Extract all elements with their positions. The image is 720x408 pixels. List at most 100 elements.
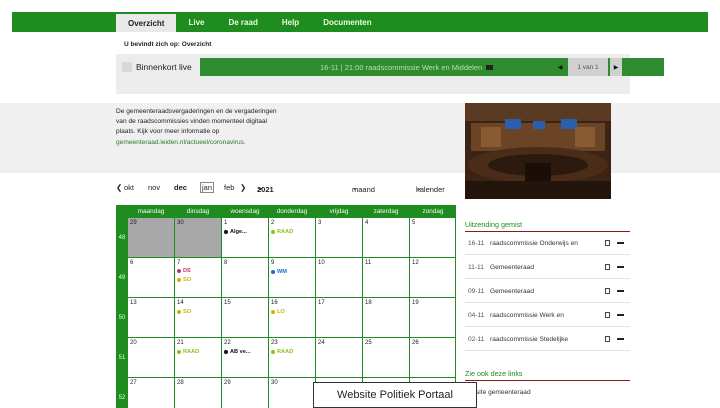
day-cell[interactable]: 4 [363, 218, 409, 257]
ticker-next-button[interactable]: ▶ [610, 58, 622, 76]
day-cell[interactable]: 10 [316, 258, 362, 297]
day-cell[interactable]: 1 Alge... [222, 218, 268, 257]
tab-overzicht[interactable]: Overzicht [116, 14, 177, 32]
month-nov[interactable]: nov [148, 183, 160, 192]
arrow-icon[interactable] [617, 242, 624, 244]
day-cell[interactable]: 27 [128, 378, 174, 408]
day-cell[interactable]: 9 WM [269, 258, 315, 297]
council-chamber-photo [465, 103, 611, 199]
ticker-pager: 1 van 1 [568, 58, 608, 76]
council-site-link[interactable]: site gemeenteraad [476, 389, 531, 396]
tab-help[interactable]: Help [270, 12, 311, 32]
page: Overzicht Live De raad Help Documenten U… [0, 0, 720, 408]
event-label: WM [277, 269, 287, 275]
day-cell[interactable]: 17 [316, 298, 362, 337]
day-cell[interactable]: 18 [363, 298, 409, 337]
day-header-woensdag: woensdag [230, 207, 260, 215]
day-number: 9 [271, 260, 275, 266]
day-number: 1 [224, 220, 228, 226]
day-header-zaterdag: zaterdag [373, 207, 399, 215]
event-item[interactable]: SO [177, 309, 191, 315]
day-cell[interactable]: 30 [175, 218, 221, 257]
day-cell[interactable]: 26 [410, 338, 455, 377]
day-cell[interactable]: 24 [316, 338, 362, 377]
tab-live[interactable]: Live [176, 12, 216, 32]
list-item[interactable]: 02-11 raadscommissie Stedelijke [465, 328, 630, 351]
day-number: 16 [271, 300, 278, 306]
list-item[interactable]: 11-11 Gemeenteraad [465, 256, 630, 279]
arrow-icon[interactable] [617, 314, 624, 316]
event-item[interactable]: RAAD [271, 229, 293, 235]
tab-documenten[interactable]: Documenten [311, 12, 383, 32]
day-cell[interactable]: 3 [316, 218, 362, 257]
document-icon[interactable] [605, 336, 610, 342]
day-cell[interactable]: 8 [222, 258, 268, 297]
month-jan[interactable]: jan [200, 182, 215, 193]
arrow-icon[interactable] [617, 290, 624, 292]
day-cell[interactable]: 22 AB ve... [222, 338, 268, 377]
day-cell[interactable]: 25 [363, 338, 409, 377]
calendar-nav: ❮ okt nov dec jan feb ❯ 2021 ⌄ maand ⌄ k… [116, 181, 466, 195]
day-cell[interactable]: 6 [128, 258, 174, 297]
year-select[interactable]: 2021 ⌄ [257, 183, 274, 194]
day-cell[interactable]: 13 [128, 298, 174, 337]
document-icon[interactable] [605, 264, 610, 270]
event-item[interactable]: SO [177, 277, 191, 283]
day-number: 18 [365, 300, 372, 306]
day-cell[interactable]: 16 LO [269, 298, 315, 337]
day-number: 29 [130, 220, 137, 226]
day-cell[interactable]: 19 [410, 298, 455, 337]
week-number: 50 [118, 315, 126, 321]
month-feb[interactable]: feb [224, 183, 234, 192]
arrow-icon[interactable] [617, 266, 624, 268]
links-heading: Zie ook deze links [465, 369, 523, 378]
day-cell[interactable]: 29 [128, 218, 174, 257]
list-item[interactable]: 09-11 Gemeenteraad [465, 280, 630, 303]
coming-soon-text: Binnenkort live [136, 62, 192, 72]
day-cell[interactable]: 11 [363, 258, 409, 297]
event-item[interactable]: LO [271, 309, 285, 315]
document-icon[interactable] [605, 288, 610, 294]
day-header-zondag: zondag [422, 207, 444, 215]
document-icon[interactable] [605, 312, 610, 318]
event-item[interactable]: DS [177, 268, 191, 274]
item-title: Gemeenteraad [490, 264, 534, 271]
month-okt[interactable]: okt [124, 183, 134, 192]
day-cell[interactable]: 28 [175, 378, 221, 408]
day-cell[interactable]: 12 [410, 258, 455, 297]
event-item[interactable]: WM [271, 269, 287, 275]
event-item[interactable]: AB ve... [224, 349, 251, 355]
day-cell[interactable]: 5 [410, 218, 455, 257]
event-item[interactable]: Alge... [224, 229, 247, 235]
list-item[interactable]: 04-11 raadscommissie Werk en [465, 304, 630, 327]
day-cell[interactable]: 23 RAAD [269, 338, 315, 377]
event-item[interactable]: RAAD [177, 349, 199, 355]
item-title: raadscommissie Werk en [490, 312, 564, 319]
day-cell[interactable]: 30 [269, 378, 315, 408]
day-cell[interactable]: 29 [222, 378, 268, 408]
tab-de-raad[interactable]: De raad [216, 12, 269, 32]
day-cell[interactable]: 20 [128, 338, 174, 377]
day-cell[interactable]: 7 DS SO [175, 258, 221, 297]
list-item[interactable]: 16-11 raadscommissie Onderwijs en [465, 232, 630, 255]
day-header-maandag: maandag [137, 207, 165, 215]
event-label: SO [183, 277, 192, 283]
document-icon[interactable] [605, 240, 610, 246]
day-cell[interactable]: 15 [222, 298, 268, 337]
breadcrumb: U bevindt zich op: Overzicht [124, 41, 212, 48]
day-cell[interactable]: 14 SO [175, 298, 221, 337]
next-month-icon[interactable]: ❯ [240, 183, 246, 192]
ticker-prev-button[interactable]: ◀ [554, 58, 566, 76]
month-dec[interactable]: dec [174, 183, 187, 192]
event-item[interactable]: RAAD [271, 349, 293, 355]
type-select[interactable]: kalender ⌄ [416, 183, 445, 194]
event-label: LO [277, 309, 285, 315]
day-cell[interactable]: 21 RAAD [175, 338, 221, 377]
view-select[interactable]: maand ⌄ [352, 183, 375, 194]
day-cell[interactable]: 2 RAAD [269, 218, 315, 257]
view-value: maand [352, 185, 375, 194]
corona-info-link[interactable]: gemeenteraad.leiden.nl/actueel/coronavir… [116, 139, 246, 146]
week-number: 48 [118, 235, 126, 241]
prev-month-icon[interactable]: ❮ [116, 183, 122, 192]
arrow-icon[interactable] [617, 338, 624, 340]
